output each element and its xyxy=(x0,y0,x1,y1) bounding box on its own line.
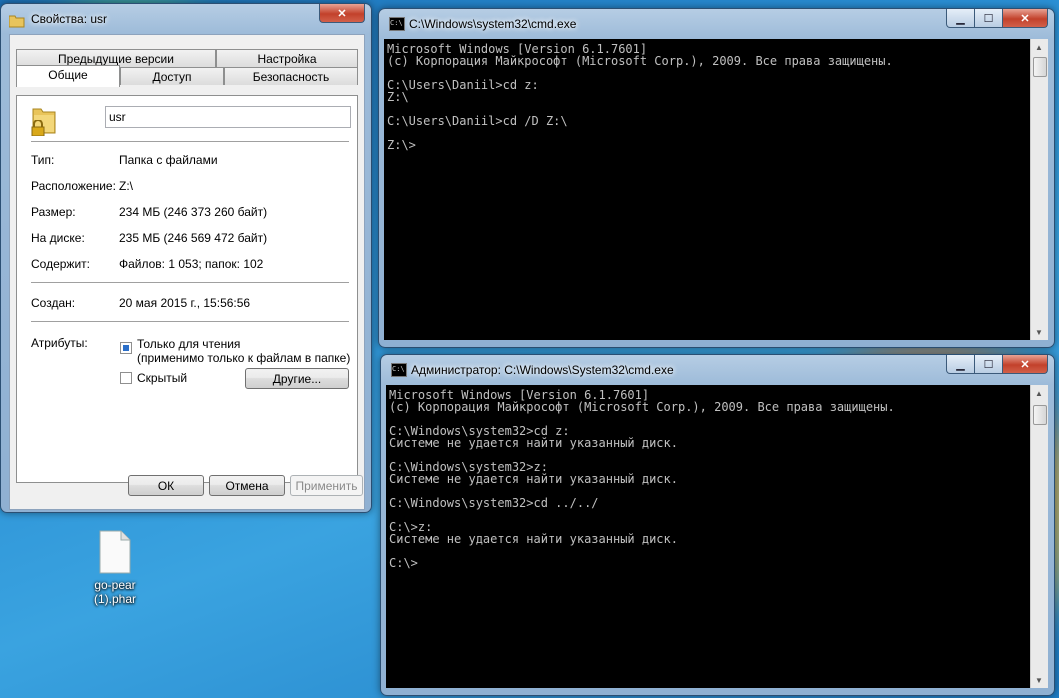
console-line: Системе не удается найти указанный диск. xyxy=(389,472,678,486)
scroll-thumb[interactable] xyxy=(1033,57,1047,77)
console-line: Системе не удается найти указанный диск. xyxy=(389,436,678,450)
cancel-button[interactable]: Отмена xyxy=(209,475,285,496)
apply-button[interactable]: Применить xyxy=(290,475,363,496)
console-line: C:\Windows\system32>cd ../../ xyxy=(389,496,599,510)
tab-customize[interactable]: Настройка xyxy=(216,49,358,67)
console-line: Системе не удается найти указанный диск. xyxy=(389,532,678,546)
minimize-icon: ▁ xyxy=(956,358,965,371)
console-line: (c) Корпорация Майкрософт (Microsoft Cor… xyxy=(389,400,895,414)
console-line: C:\Users\Daniil>cd z: xyxy=(387,78,539,92)
location-label: Расположение: xyxy=(31,179,116,193)
contains-value: Файлов: 1 053; папок: 102 xyxy=(119,257,264,271)
divider xyxy=(31,141,349,142)
properties-window: Свойства: usr ✕ Предыдущие версии Настро… xyxy=(0,3,372,513)
general-tab-panel: usr Тип: Папка с файлами Расположение: Z… xyxy=(16,95,358,483)
window-controls: ✕ xyxy=(319,4,365,23)
window-controls: ▁ ☐ ✕ xyxy=(946,355,1048,374)
created-value: 20 мая 2015 г., 15:56:56 xyxy=(119,296,251,310)
other-attributes-button[interactable]: Другие... xyxy=(245,368,349,389)
divider xyxy=(31,282,349,283)
tab-general[interactable]: Общие xyxy=(16,65,120,87)
dialog-client: Предыдущие версии Настройка Общие Доступ… xyxy=(9,34,365,510)
desktop-icon-label: (1).phar xyxy=(93,592,137,606)
type-label: Тип: xyxy=(31,153,55,167)
console-line: C:\> xyxy=(389,556,418,570)
minimize-icon: ▁ xyxy=(956,12,965,25)
close-icon: ✕ xyxy=(1020,12,1030,25)
attributes-label: Атрибуты: xyxy=(31,336,88,350)
readonly-checkbox[interactable] xyxy=(120,342,132,354)
console-output[interactable]: Microsoft Windows [Version 6.1.7601] (c) … xyxy=(386,385,1030,688)
readonly-label: Только для чтения xyxy=(137,337,241,351)
close-button[interactable]: ✕ xyxy=(1003,355,1048,374)
close-button[interactable]: ✕ xyxy=(1003,9,1048,28)
window-title: C:\Windows\system32\cmd.exe xyxy=(409,17,577,31)
ok-button[interactable]: ОК xyxy=(128,475,204,496)
ondisk-value: 235 МБ (246 569 472 байт) xyxy=(119,231,268,245)
vertical-scrollbar[interactable]: ▲ ▼ xyxy=(1030,385,1048,688)
window-title: Администратор: C:\Windows\System32\cmd.e… xyxy=(411,363,674,377)
maximize-button[interactable]: ☐ xyxy=(975,355,1003,374)
tab-sharing[interactable]: Доступ xyxy=(120,67,224,85)
readonly-note: (применимо только к файлам в папке) xyxy=(137,351,351,365)
ondisk-label: На диске: xyxy=(31,231,85,245)
contains-label: Содержит: xyxy=(31,257,90,271)
cmd-window-admin: C:\ Администратор: C:\Windows\System32\c… xyxy=(380,354,1055,696)
size-value: 234 МБ (246 373 260 байт) xyxy=(119,205,268,219)
scroll-up-icon[interactable]: ▲ xyxy=(1031,39,1047,55)
cmd-icon: C:\ xyxy=(391,363,407,377)
hidden-checkbox[interactable] xyxy=(120,372,132,384)
minimize-button[interactable]: ▁ xyxy=(946,9,975,28)
console-line: C:\Users\Daniil>cd /D Z:\ xyxy=(387,114,568,128)
file-icon xyxy=(99,530,131,574)
console-line: Z:\> xyxy=(387,138,416,152)
cmd-window: C:\ C:\Windows\system32\cmd.exe ▁ ☐ ✕ Mi… xyxy=(378,8,1055,348)
window-controls: ▁ ☐ ✕ xyxy=(946,9,1048,28)
folder-name-field[interactable]: usr xyxy=(105,106,351,128)
location-value: Z:\ xyxy=(119,179,133,193)
minimize-button[interactable]: ▁ xyxy=(946,355,975,374)
size-label: Размер: xyxy=(31,205,76,219)
scroll-down-icon[interactable]: ▼ xyxy=(1031,324,1047,340)
console-line: Z:\ xyxy=(387,90,409,104)
desktop-icon-label: go-pear xyxy=(94,578,136,592)
desktop-file-go-pear[interactable]: go-pear (1).phar xyxy=(80,530,150,606)
vertical-scrollbar[interactable]: ▲ ▼ xyxy=(1030,39,1048,340)
divider xyxy=(31,321,349,322)
maximize-button[interactable]: ☐ xyxy=(975,9,1003,28)
scroll-up-icon[interactable]: ▲ xyxy=(1031,385,1047,401)
close-button[interactable]: ✕ xyxy=(319,4,365,23)
tab-security[interactable]: Безопасность xyxy=(224,67,358,85)
window-title: Свойства: usr xyxy=(31,12,108,26)
scroll-thumb[interactable] xyxy=(1033,405,1047,425)
scroll-down-icon[interactable]: ▼ xyxy=(1031,672,1047,688)
maximize-icon: ☐ xyxy=(983,358,994,371)
close-icon: ✕ xyxy=(1020,358,1030,371)
lock-icon xyxy=(31,120,45,136)
created-label: Создан: xyxy=(31,296,76,310)
folder-icon xyxy=(9,15,25,28)
cmd-icon: C:\ xyxy=(389,17,405,31)
console-output[interactable]: Microsoft Windows [Version 6.1.7601] (c) … xyxy=(384,39,1030,340)
maximize-icon: ☐ xyxy=(983,12,994,25)
type-value: Папка с файлами xyxy=(119,153,218,167)
close-icon: ✕ xyxy=(337,7,347,20)
hidden-label: Скрытый xyxy=(137,371,188,385)
console-line: (c) Корпорация Майкрософт (Microsoft Cor… xyxy=(387,54,893,68)
